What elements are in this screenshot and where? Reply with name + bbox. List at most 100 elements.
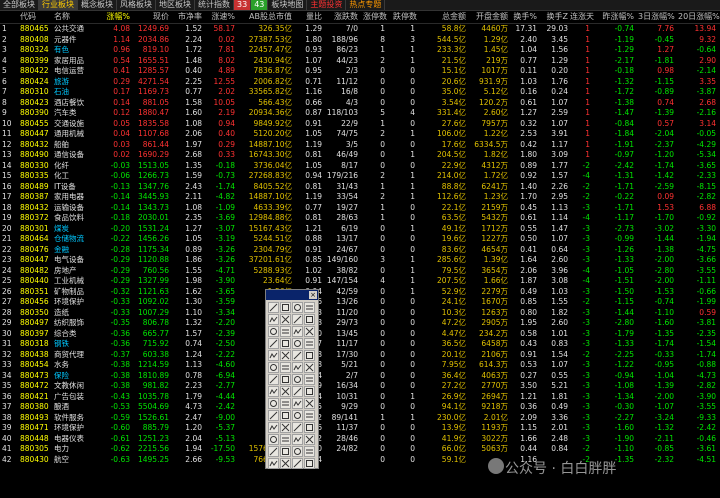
table-row[interactable]: 1 880465 公共交通 4.08 1249.69 1.52 58.17 326.35亿 1.… — [0, 24, 720, 35]
col-header-15[interactable]: 换手Z — [540, 11, 568, 23]
draw-tool-circle-icon[interactable] — [292, 314, 303, 325]
table-row[interactable]: 20 880301 煤炭 -0.20 1531.24 1.27 -3.07 15167.43亿… — [0, 224, 720, 235]
table-row[interactable]: 3 880324 有色 0.96 819.10 1.72 7.81 22457.47亿 0.93… — [0, 45, 720, 56]
draw-tool-fib-icon[interactable] — [280, 458, 291, 469]
draw-tool-eraser-icon[interactable] — [304, 386, 315, 397]
col-header-14[interactable]: 换手% — [509, 11, 537, 23]
draw-tool-circle-icon[interactable] — [292, 362, 303, 373]
col-header-5[interactable]: 市净率 — [172, 11, 202, 23]
table-row[interactable]: 19 880372 食品饮料 -0.18 2030.01 2.35 -3.69 12984.8… — [0, 213, 720, 224]
table-row[interactable]: 24 880482 房地产 -0.29 760.56 1.55 -4.71 5288.93亿 1… — [0, 266, 720, 277]
table-row[interactable]: 12 880432 船舶 0.03 861.44 1.97 0.29 14887.10亿 1.1… — [0, 140, 720, 151]
col-header-12[interactable]: 总金额 — [432, 11, 466, 23]
tab-1[interactable]: 行业板块 — [39, 0, 78, 10]
draw-tool-parallel-icon[interactable] — [268, 314, 279, 325]
draw-tool-up-icon[interactable] — [268, 338, 279, 349]
draw-tool-circle-icon[interactable] — [292, 458, 303, 469]
draw-tool-text-icon[interactable] — [304, 326, 315, 337]
draw-tool-eraser-icon[interactable] — [304, 338, 315, 349]
draw-tool-fib-icon[interactable] — [280, 410, 291, 421]
col-header-1[interactable]: 代码 — [20, 11, 53, 23]
draw-tool-arc-icon[interactable] — [268, 326, 279, 337]
table-row[interactable]: 29880497纺织服饰-0.35806.781.32-2.203.28亿0.7… — [0, 318, 720, 329]
table-row[interactable]: 30880397综合类-0.36665.771.57-2.394.13亿1.00… — [0, 329, 720, 340]
table-row[interactable]: 8 880423 酒店餐饮 0.14 881.05 1.58 10.05 566.43亿 0.6… — [0, 98, 720, 109]
table-row[interactable]: 17 880387 家用电器 -0.14 3445.93 2.11 -4.82 14887.1… — [0, 192, 720, 203]
table-row[interactable]: 21 880464 仓储物流 -0.22 1456.26 1.05 -3.19 5244.51… — [0, 234, 720, 245]
col-header-11[interactable]: 跌停数 — [393, 11, 417, 23]
table-row[interactable]: 34880473保险-0.381810.890.78-6.946.08亿0.94… — [0, 371, 720, 382]
draw-tool-channel-icon[interactable] — [304, 398, 315, 409]
col-header-6[interactable]: 涨速% — [205, 11, 235, 23]
toolbox-titlebar[interactable]: × — [266, 290, 318, 300]
table-row[interactable]: 33880454水务-0.381214.591.13-4.601.69亿0.78… — [0, 360, 720, 371]
col-header-4[interactable]: 现价 — [135, 11, 169, 23]
table-row[interactable]: 36880421广告包装-0.431035.781.79-4.443.11亿0.… — [0, 392, 720, 403]
col-header-17[interactable]: 昨涨幅% — [598, 11, 634, 23]
draw-tool-line-icon[interactable] — [268, 302, 279, 313]
table-row[interactable]: 23 880447 电气设备 -0.29 1120.88 1.86 -3.26 37201.6… — [0, 255, 720, 266]
table-row[interactable]: 32880438商贸代理-0.37603.381.24-2.222.91亿0.8… — [0, 350, 720, 361]
draw-tool-segment-icon[interactable] — [292, 350, 303, 361]
draw-tool-arc-icon[interactable] — [268, 422, 279, 433]
draw-tool-up-icon[interactable] — [268, 386, 279, 397]
draw-tool-arrow-icon[interactable] — [292, 374, 303, 385]
table-row[interactable]: 41880305电力-0.622215.561.94-17.5015766.35… — [0, 444, 720, 455]
draw-tool-down-icon[interactable] — [280, 434, 291, 445]
draw-tool-channel-icon[interactable] — [304, 302, 315, 313]
tab-7[interactable]: 43 — [251, 0, 269, 10]
tab-9[interactable]: 主题投资 — [307, 0, 347, 10]
col-header-18[interactable]: 3日涨幅% — [638, 11, 675, 23]
table-row[interactable]: 4 880399 家居用品 0.54 1655.51 1.48 8.02 2430.94亿 1.… — [0, 56, 720, 67]
table-row[interactable]: 28880350造纸-0.331007.291.10-3.341.25亿0.93… — [0, 308, 720, 319]
col-header-2[interactable]: 名称 — [54, 11, 100, 23]
table-row[interactable]: 13 880490 通信设备 0.02 1690.29 2.68 0.33 16743.30亿… — [0, 150, 720, 161]
table-row[interactable]: 26880351矿物制品-0.321121.631.62-3.651.56亿0.… — [0, 287, 720, 298]
tab-3[interactable]: 风格板块 — [117, 0, 156, 10]
draw-tool-down-icon[interactable] — [280, 386, 291, 397]
draw-tool-line-icon[interactable] — [268, 446, 279, 457]
draw-tool-fib-icon[interactable] — [280, 362, 291, 373]
draw-tool-grid-icon[interactable] — [292, 338, 303, 349]
table-row[interactable]: 5 880422 电信运营 0.41 1285.57 0.40 4.89 7836.87亿 0.… — [0, 66, 720, 77]
table-row[interactable]: 22 880476 金融 -0.28 1175.34 0.89 -3.26 2304.79亿 0… — [0, 245, 720, 256]
draw-tool-arrow-icon[interactable] — [292, 422, 303, 433]
draw-tool-ray-icon[interactable] — [280, 446, 291, 457]
table-row[interactable]: 31880318钢铁-0.36715.920.74-2.505.06亿1.071… — [0, 339, 720, 350]
draw-tool-wave-icon[interactable] — [280, 326, 291, 337]
draw-tool-ray-icon[interactable] — [280, 398, 291, 409]
draw-tool-wave-icon[interactable] — [280, 422, 291, 433]
tab-8[interactable]: 板块地图 — [268, 0, 308, 10]
col-header-9[interactable]: 涨跌数 — [322, 11, 358, 23]
tab-4[interactable]: 地区板块 — [156, 0, 195, 10]
draw-tool-channel-icon[interactable] — [304, 350, 315, 361]
draw-tool-eraser-icon[interactable] — [304, 434, 315, 445]
table-row[interactable]: 10 880455 交通设施 0.05 1835.58 1.08 0.94 9849.92亿 0… — [0, 119, 720, 130]
tab-10[interactable]: 热点专题 — [346, 0, 386, 10]
draw-tool-text-icon[interactable] — [304, 422, 315, 433]
draw-tool-rect-icon[interactable] — [304, 410, 315, 421]
draw-tool-rect-icon[interactable] — [304, 362, 315, 373]
table-row[interactable]: 27880456环境保护-0.331092.021.30-3.592.98亿0.… — [0, 297, 720, 308]
draw-tool-arrow-icon[interactable] — [292, 326, 303, 337]
draw-tool-segment-icon[interactable] — [292, 446, 303, 457]
draw-tool-line-icon[interactable] — [268, 398, 279, 409]
draw-tool-rect-icon[interactable] — [304, 458, 315, 469]
draw-tool-arc-icon[interactable] — [268, 374, 279, 385]
table-row[interactable]: 9 880390 汽车类 0.12 1880.47 1.60 2.19 20934.36亿 0.… — [0, 108, 720, 119]
draw-tool-text-icon[interactable] — [304, 374, 315, 385]
table-row[interactable]: 6 880424 旅游 0.29 4271.54 2.25 12.55 2006.82亿 0.7… — [0, 77, 720, 88]
table-row[interactable]: 14 880330 化纤 -0.03 1513.05 1.35 -0.18 3736.04亿 1… — [0, 161, 720, 172]
draw-tool-parallel-icon[interactable] — [268, 362, 279, 373]
draw-tool-channel-icon[interactable] — [304, 446, 315, 457]
drawing-toolbox[interactable]: × — [265, 289, 319, 469]
table-row[interactable]: 7 880310 石油 0.17 1169.73 0.77 2.02 33565.82亿 1.1… — [0, 87, 720, 98]
draw-tool-ray-icon[interactable] — [280, 350, 291, 361]
col-header-3[interactable]: 涨幅% — [100, 11, 130, 23]
col-header-16[interactable]: 连涨天 — [570, 11, 594, 23]
draw-tool-line-icon[interactable] — [268, 350, 279, 361]
draw-tool-wave-icon[interactable] — [280, 374, 291, 385]
draw-tool-segment-icon[interactable] — [292, 398, 303, 409]
table-row[interactable]: 16 880489 IT设备 -0.13 1347.76 2.43 -1.74 8405.52… — [0, 182, 720, 193]
col-header-0[interactable] — [2, 11, 18, 23]
